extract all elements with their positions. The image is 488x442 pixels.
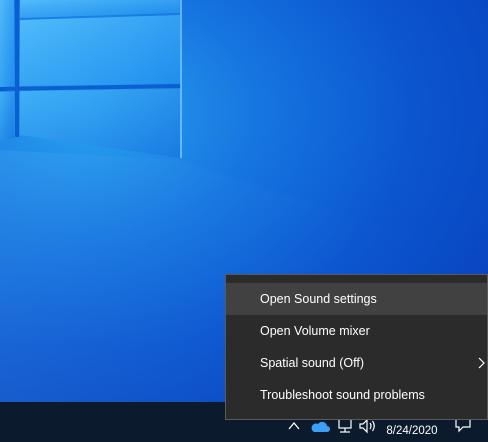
open-sound-settings-item[interactable]: Open Sound settings xyxy=(226,283,487,315)
taskbar-date[interactable]: 8/24/2020 xyxy=(381,424,443,438)
menu-item-label: Troubleshoot sound problems xyxy=(260,388,425,402)
onedrive-icon[interactable] xyxy=(310,419,330,433)
sound-context-menu: Open Sound settings Open Volume mixer Sp… xyxy=(225,274,488,420)
menu-item-label: Open Sound settings xyxy=(260,292,377,306)
menu-item-label: Spatial sound (Off) xyxy=(260,356,364,370)
menu-item-label: Open Volume mixer xyxy=(260,324,370,338)
chevron-right-icon xyxy=(478,357,485,369)
spatial-sound-item[interactable]: Spatial sound (Off) xyxy=(226,347,487,379)
troubleshoot-sound-item[interactable]: Troubleshoot sound problems xyxy=(226,379,487,411)
chevron-up-icon[interactable] xyxy=(286,418,302,434)
open-volume-mixer-item[interactable]: Open Volume mixer xyxy=(226,315,487,347)
